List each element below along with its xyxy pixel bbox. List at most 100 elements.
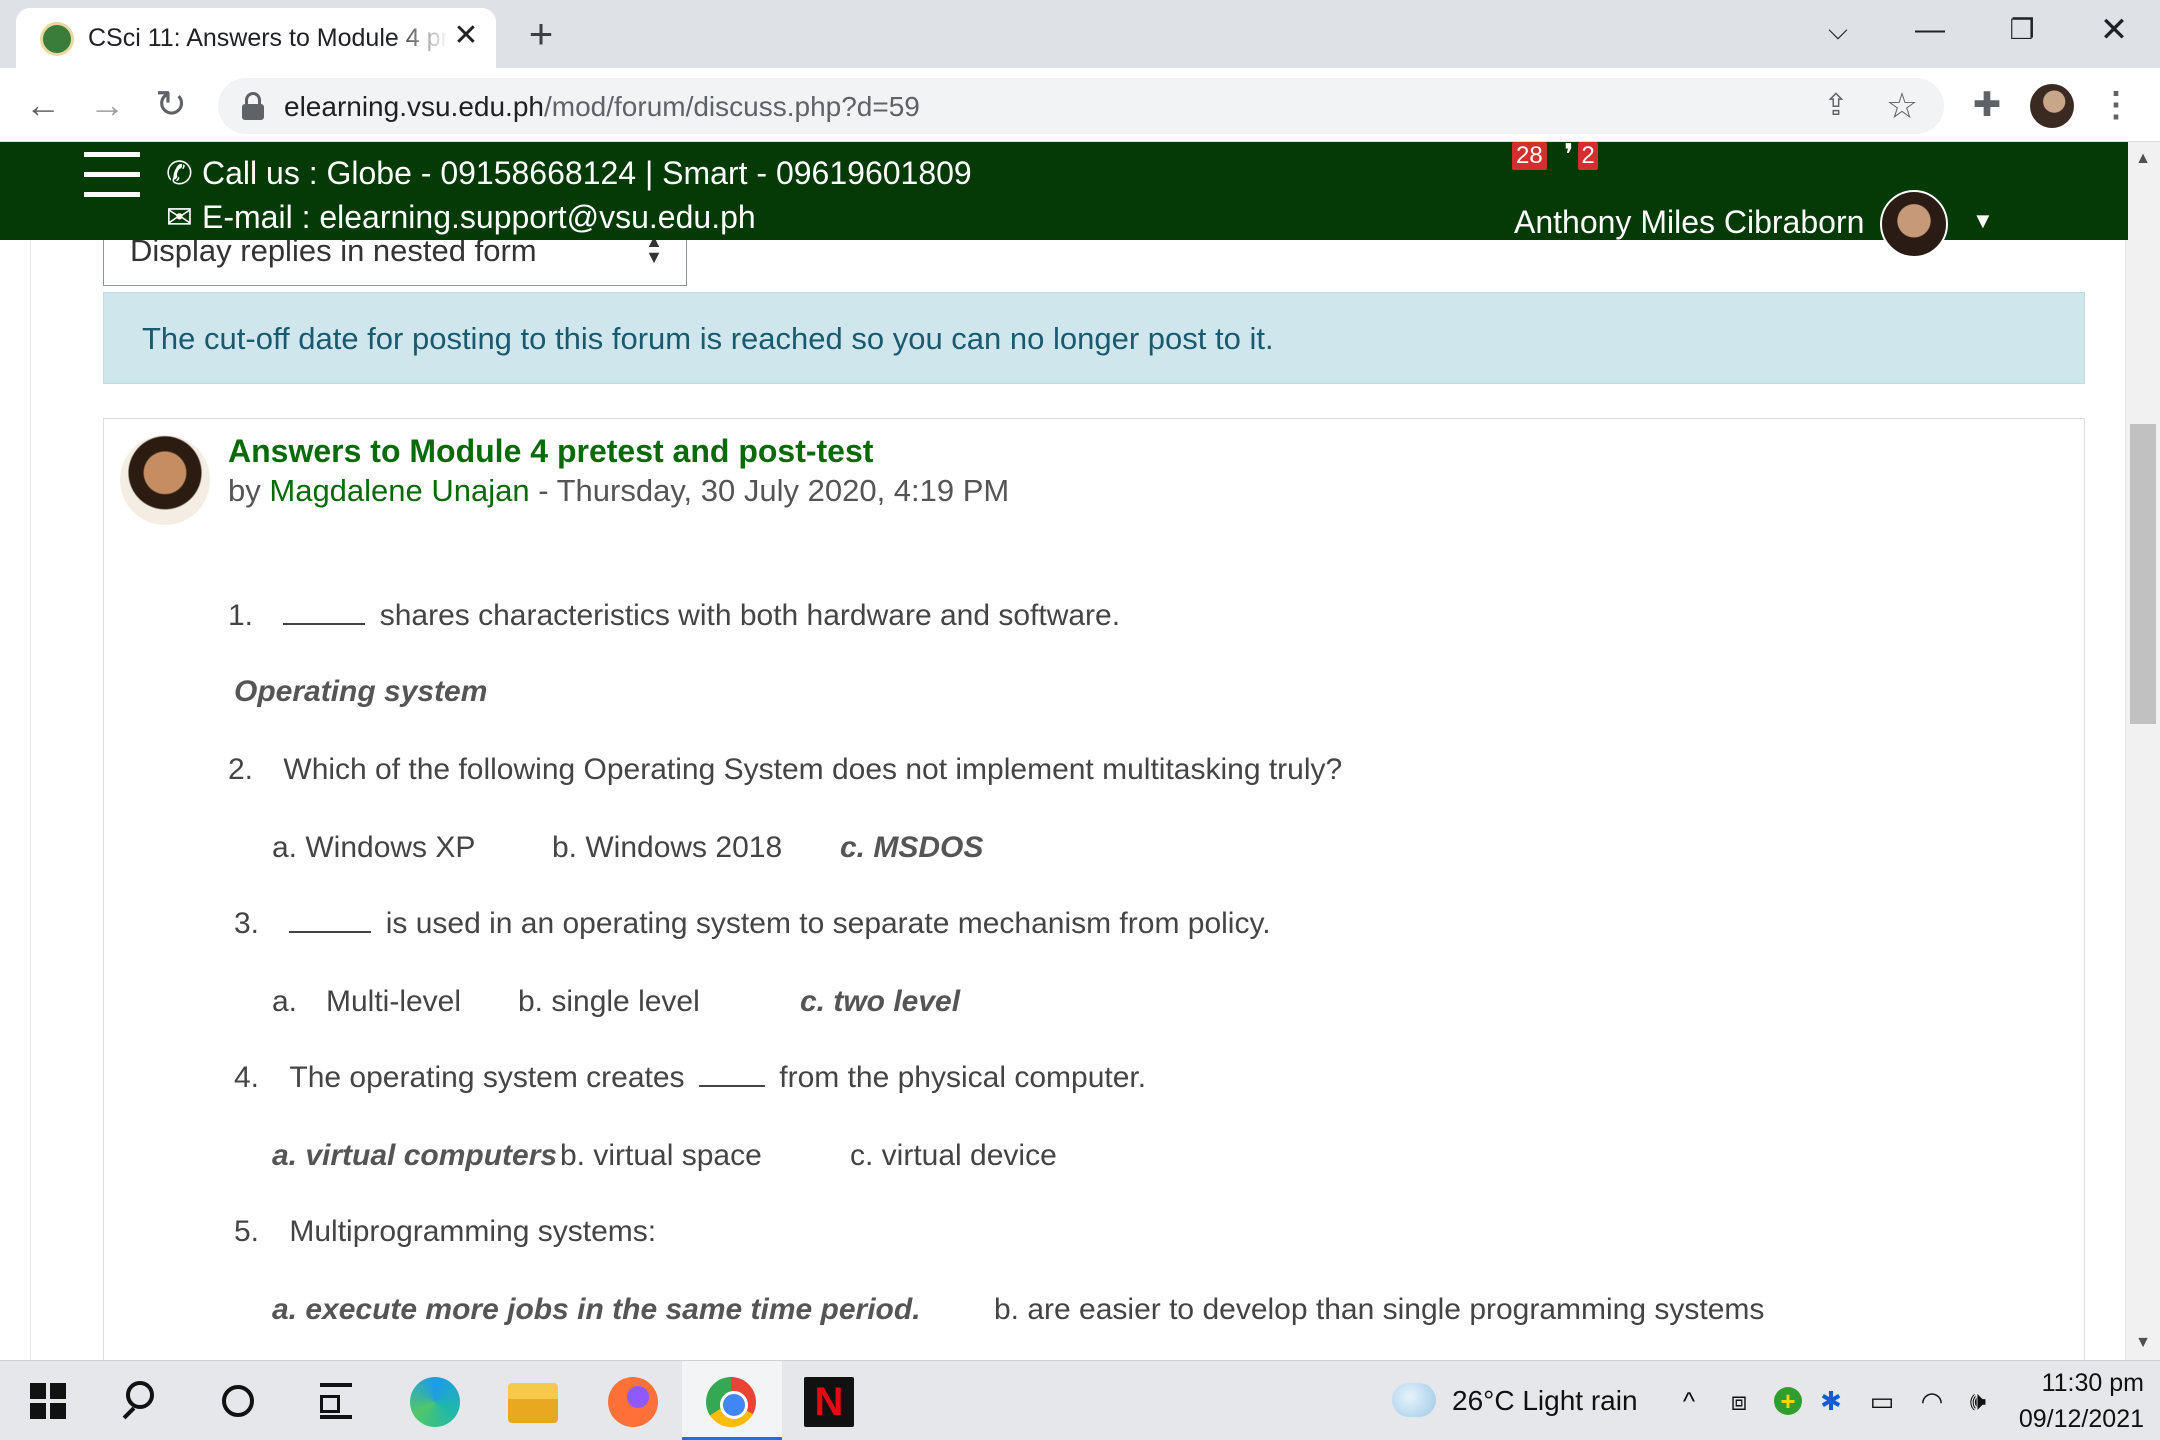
phone-icon: ✆ bbox=[166, 155, 193, 191]
question-1: 1. shares characteristics with both hard… bbox=[228, 599, 1120, 633]
tab-search-button[interactable]: ⌵ bbox=[1808, 8, 1868, 52]
question-text: shares characteristics with both hardwar… bbox=[379, 599, 1121, 632]
question-1-answer: Operating system bbox=[234, 675, 488, 708]
weather-text[interactable]: 26°C Light rain bbox=[1452, 1385, 1638, 1417]
question-5-option-b: b. are easier to develop than single pro… bbox=[994, 1293, 1765, 1326]
edge-icon[interactable] bbox=[386, 1361, 486, 1440]
question-2-option-a: a. Windows XP bbox=[272, 831, 476, 864]
tab-close-icon[interactable]: ✕ bbox=[448, 18, 484, 54]
clock-date[interactable]: 09/12/2021 bbox=[2006, 1405, 2144, 1434]
clock-time[interactable]: 11:30 pm bbox=[2006, 1369, 2144, 1398]
tray-app-icon[interactable]: + bbox=[1770, 1383, 1804, 1419]
author-avatar[interactable] bbox=[120, 435, 210, 525]
forum-post: Answers to Module 4 pretest and post-tes… bbox=[103, 418, 2085, 1360]
window-close-button[interactable]: ✕ bbox=[2084, 8, 2144, 52]
user-menu-caret-icon[interactable]: ▼ bbox=[1972, 210, 1994, 232]
url-text[interactable]: elearning.vsu.edu.ph/mod/forum/discuss.p… bbox=[284, 91, 920, 123]
email-line: ✉ E-mail : elearning.support@vsu.edu.ph bbox=[166, 198, 756, 236]
question-number: 1. bbox=[228, 599, 254, 632]
question-4: 4. The operating system creates from the… bbox=[234, 1061, 1146, 1095]
post-subject[interactable]: Answers to Module 4 pretest and post-tes… bbox=[228, 433, 873, 470]
call-us-text: Call us : Globe - 09158668124 | Smart - … bbox=[202, 155, 972, 191]
question-5: 5. Multiprogramming systems: bbox=[234, 1215, 656, 1249]
browser-profile-avatar[interactable] bbox=[2030, 84, 2074, 128]
question-4-option-b: b. virtual space bbox=[560, 1139, 762, 1172]
question-text-after: from the physical computer. bbox=[779, 1061, 1147, 1094]
question-2: 2. Which of the following Operating Syst… bbox=[228, 753, 1342, 787]
tray-overflow-chevron-icon[interactable]: ^ bbox=[1672, 1383, 1706, 1419]
windows-taskbar: N 26°C Light rain ^ ⧈ + ✱ ▭ ◠ 🕪 11:30 pm… bbox=[0, 1360, 2160, 1440]
browser-menu-icon[interactable]: ⋮ bbox=[2094, 82, 2138, 128]
url-path: /mod/forum/discuss.php?d=59 bbox=[543, 91, 920, 122]
question-text: Which of the following Operating System … bbox=[283, 753, 1343, 786]
question-4-option-c: c. virtual device bbox=[850, 1139, 1057, 1172]
file-explorer-icon[interactable] bbox=[484, 1361, 584, 1440]
cutoff-notice-text: The cut-off date for posting to this for… bbox=[142, 321, 1274, 356]
battery-icon[interactable]: ▭ bbox=[1862, 1383, 1902, 1419]
weather-cloud-icon[interactable] bbox=[1392, 1383, 1436, 1417]
chrome-icon[interactable] bbox=[682, 1361, 782, 1440]
question-3-option-b: b. single level bbox=[518, 985, 700, 1018]
reload-button[interactable]: ↻ bbox=[148, 82, 194, 128]
tab-title: CSci 11: Answers to Module 4 pretest and… bbox=[88, 24, 448, 52]
post-byline: by Magdalene Unajan - Thursday, 30 July … bbox=[228, 473, 1009, 509]
hamburger-menu-icon[interactable] bbox=[84, 152, 140, 198]
wifi-icon[interactable]: ◠ bbox=[1912, 1383, 1952, 1419]
question-text: is used in an operating system to separa… bbox=[385, 907, 1271, 940]
question-number: 4. bbox=[234, 1061, 260, 1094]
bluetooth-icon[interactable]: ✱ bbox=[1816, 1383, 1846, 1419]
page-content-frame: Display replies in nested form ▲ ▼ The cu… bbox=[30, 142, 2126, 1360]
user-name[interactable]: Anthony Miles Cibraborn bbox=[1514, 204, 1864, 241]
cortana-icon[interactable] bbox=[190, 1361, 290, 1440]
question-4-option-a: a. virtual computers bbox=[272, 1139, 558, 1172]
browser-toolbar: ← → ↻ elearning.vsu.edu.ph/mod/forum/dis… bbox=[0, 68, 2160, 142]
share-icon[interactable]: ⇪ bbox=[1818, 88, 1854, 124]
scroll-thumb[interactable] bbox=[2130, 424, 2156, 724]
start-button[interactable] bbox=[0, 1361, 100, 1440]
search-icon[interactable] bbox=[94, 1361, 194, 1440]
scroll-up-arrow-icon[interactable]: ▲ bbox=[2126, 142, 2160, 176]
windows-logo-icon bbox=[30, 1383, 66, 1419]
bookmark-star-icon[interactable]: ☆ bbox=[1882, 86, 1922, 126]
question-5-option-a: a. execute more jobs in the same time pe… bbox=[272, 1293, 921, 1326]
post-date: Thursday, 30 July 2020, 4:19 PM bbox=[556, 473, 1010, 508]
back-button[interactable]: ← bbox=[20, 82, 66, 128]
question-3-option-a: Multi-level bbox=[326, 985, 462, 1018]
answer-blank bbox=[283, 601, 366, 625]
page-scrollbar[interactable]: ▲ ▼ bbox=[2126, 142, 2160, 1360]
scroll-down-arrow-icon[interactable]: ▼ bbox=[2126, 1326, 2160, 1360]
extensions-puzzle-icon[interactable]: ✚ bbox=[1964, 82, 2010, 128]
forward-button[interactable]: → bbox=[84, 82, 130, 128]
answer-blank bbox=[289, 909, 372, 933]
lock-icon[interactable] bbox=[240, 92, 266, 120]
browser-tab[interactable]: CSci 11: Answers to Module 4 pretest and… bbox=[16, 8, 496, 68]
minimize-button[interactable]: — bbox=[1900, 8, 1960, 52]
address-bar[interactable]: elearning.vsu.edu.ph/mod/forum/discuss.p… bbox=[218, 78, 1944, 134]
site-favicon-icon bbox=[40, 22, 74, 56]
question-3-option-c: c. two level bbox=[800, 985, 961, 1018]
new-tab-button[interactable]: + bbox=[518, 12, 564, 58]
cutoff-notice: The cut-off date for posting to this for… bbox=[103, 292, 2085, 384]
site-header: ✆ Call us : Globe - 09158668124 | Smart -… bbox=[0, 142, 2128, 258]
email-text: E-mail : elearning.support@vsu.edu.ph bbox=[202, 199, 756, 235]
task-view-icon[interactable] bbox=[286, 1361, 386, 1440]
notification-count-badge[interactable]: 28 bbox=[1512, 142, 1547, 170]
volume-icon[interactable]: 🕪 bbox=[1958, 1383, 1998, 1419]
firefox-icon[interactable] bbox=[584, 1361, 684, 1440]
question-3-option-a-letter: a. bbox=[272, 985, 298, 1018]
call-us-line: ✆ Call us : Globe - 09158668124 | Smart -… bbox=[166, 154, 972, 192]
question-text-before: The operating system creates bbox=[289, 1061, 685, 1094]
answer-blank bbox=[698, 1063, 765, 1087]
user-avatar[interactable] bbox=[1880, 190, 1948, 258]
envelope-icon: ✉ bbox=[166, 199, 193, 235]
question-number: 5. bbox=[234, 1215, 260, 1248]
question-2-option-b: b. Windows 2018 bbox=[552, 831, 783, 864]
question-3: 3. is used in an operating system to sep… bbox=[234, 907, 1271, 941]
byline-by: by bbox=[228, 473, 261, 508]
netflix-icon[interactable]: N bbox=[780, 1361, 880, 1440]
message-count-badge[interactable]: 2 bbox=[1578, 142, 1598, 170]
url-host: elearning.vsu.edu.ph bbox=[284, 91, 544, 122]
meet-now-icon[interactable]: ⧈ bbox=[1722, 1383, 1756, 1419]
restore-button[interactable]: ❐ bbox=[1992, 8, 2052, 52]
post-author-link[interactable]: Magdalene Unajan bbox=[269, 473, 529, 508]
